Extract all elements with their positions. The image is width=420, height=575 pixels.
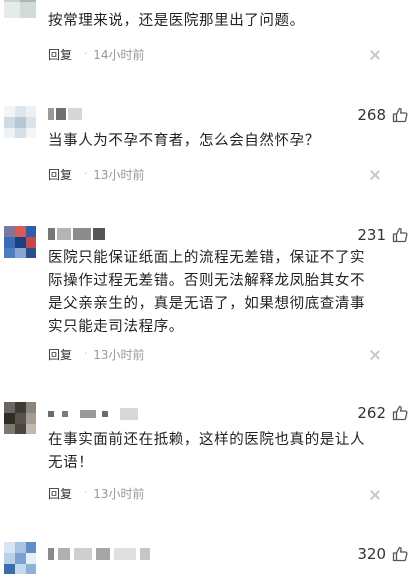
comment-text: 按常理来说，还是医院那里出了问题。 (48, 13, 305, 29)
avatar[interactable] (4, 106, 36, 138)
comment-time: 14小时前 (93, 48, 145, 62)
separator-dot: · (84, 169, 88, 180)
close-icon[interactable] (370, 50, 380, 60)
comment-meta: 回复 · 13小时前 (48, 485, 144, 502)
comment-time: 13小时前 (93, 487, 145, 501)
like-count: 262 (357, 404, 386, 422)
avatar[interactable] (4, 226, 36, 258)
reply-button[interactable]: 回复 (48, 485, 72, 502)
like-button[interactable]: 268 (357, 106, 408, 124)
like-count: 320 (357, 545, 386, 563)
like-button[interactable]: 231 (357, 226, 408, 244)
close-icon[interactable] (370, 170, 380, 180)
comment-meta: 回复 · 13小时前 (48, 166, 144, 183)
separator-dot: · (84, 49, 88, 60)
comment-text: 在事实面前还在抵赖，这样的医院也真的是让人无语！ (48, 432, 366, 471)
separator-dot: · (84, 349, 88, 360)
close-icon[interactable] (370, 490, 380, 500)
like-count: 268 (357, 106, 386, 124)
comment-meta: 回复 · 13小时前 (48, 346, 144, 363)
reply-button[interactable]: 回复 (48, 46, 72, 63)
thumbs-up-icon (392, 107, 408, 123)
avatar[interactable] (4, 0, 36, 18)
close-icon[interactable] (370, 350, 380, 360)
reply-button[interactable]: 回复 (48, 166, 72, 183)
reply-button[interactable]: 回复 (48, 346, 72, 363)
thumbs-up-icon (392, 405, 408, 421)
comment-time: 13小时前 (93, 348, 145, 362)
comment-text: 医院只能保证纸面上的流程无差错，保证不了实际操作过程无差错。否则无法解释龙凤胎其… (48, 250, 366, 335)
avatar[interactable] (4, 542, 36, 574)
comment-time: 13小时前 (93, 168, 145, 182)
like-button[interactable]: 320 (357, 545, 408, 563)
like-count: 231 (357, 226, 386, 244)
thumbs-up-icon (392, 546, 408, 562)
avatar[interactable] (4, 402, 36, 434)
like-button[interactable]: 262 (357, 404, 408, 422)
comment-text: 当事人为不孕不育者，怎么会自然怀孕？ (48, 133, 320, 149)
separator-dot: · (84, 488, 88, 499)
thumbs-up-icon (392, 227, 408, 243)
comment-meta: 回复 · 14小时前 (48, 46, 144, 63)
